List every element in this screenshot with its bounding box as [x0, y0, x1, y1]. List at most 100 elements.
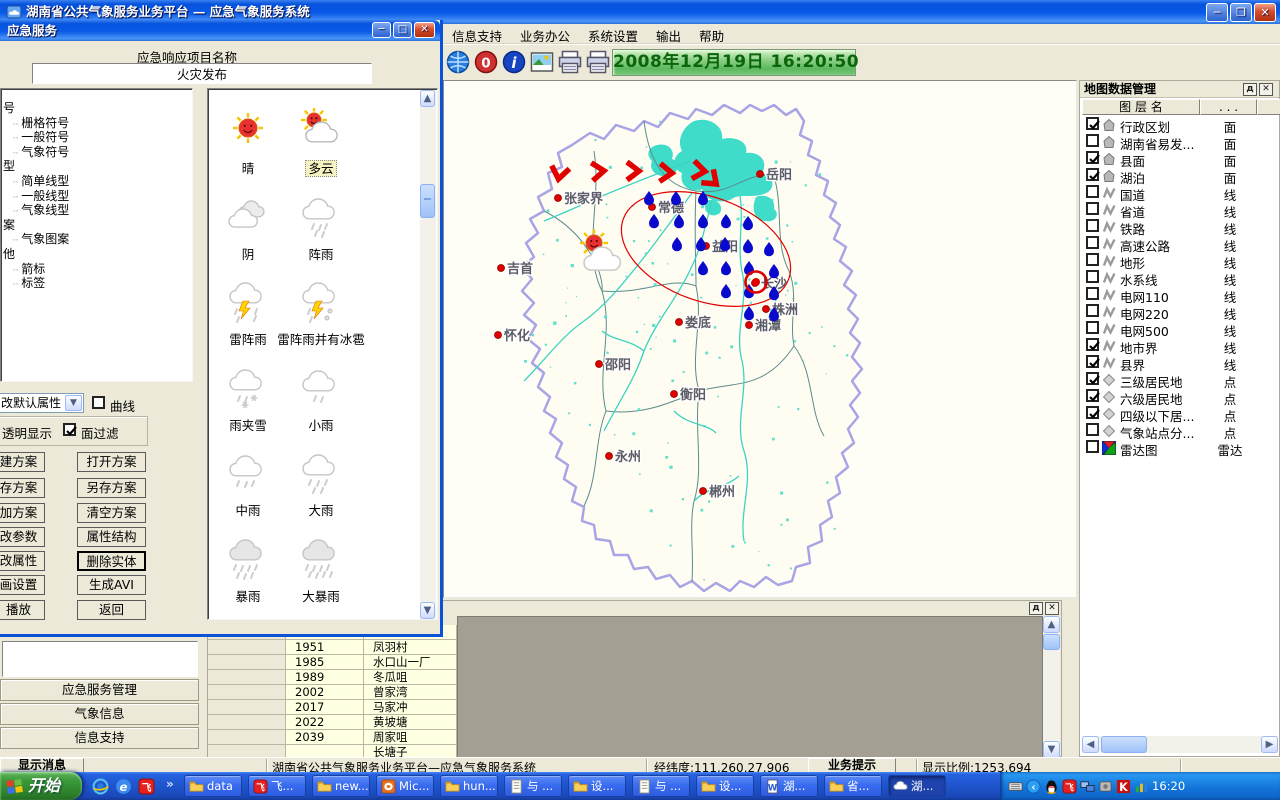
dialog-button-播放[interactable]: 播放	[0, 600, 45, 620]
layer-checkbox[interactable]	[1086, 321, 1099, 334]
print-icon[interactable]	[558, 50, 582, 74]
dialog-button-建方案[interactable]: 建方案	[0, 452, 45, 472]
dialog-titlebar[interactable]: 应急服务 ─ □ ✕	[0, 20, 440, 41]
dialog-button-生成AVI[interactable]: 生成AVI	[77, 575, 146, 595]
tree-item-2[interactable]: ┈ 一般符号	[13, 130, 193, 145]
layer-checkbox[interactable]	[1086, 151, 1099, 164]
lang-arrow-icon[interactable]: ‹	[1026, 779, 1041, 794]
task-button-2[interactable]: new...	[312, 775, 370, 797]
weather-item-阵雨[interactable]: 阵雨	[271, 194, 371, 274]
restore-button[interactable]: ❐	[1230, 3, 1252, 22]
table-row[interactable]: 2002曾家湾	[208, 685, 457, 700]
project-name-input[interactable]	[32, 63, 372, 84]
table-row[interactable]: 1951凤羽村	[208, 640, 457, 655]
dock-button-信息支持[interactable]: 信息支持	[0, 727, 199, 749]
layer-row-县面[interactable]: 县面面	[1080, 150, 1279, 167]
layer-row-六级居民地[interactable]: 六级居民地点	[1080, 388, 1279, 405]
table-row[interactable]: 2022黄坡塘	[208, 715, 457, 730]
layer-row-行政区划[interactable]: 行政区划面	[1080, 116, 1279, 133]
tree-item-6[interactable]: ┈ 一般线型	[13, 189, 193, 204]
layer-row-铁路[interactable]: 铁路线	[1080, 218, 1279, 235]
map-view[interactable]: 张家界吉首常德岳阳益阳长沙株洲湘潭娄底怀化邵阳衡阳永州郴州	[443, 80, 1077, 598]
maximize-button[interactable]: □	[393, 22, 412, 38]
status-hint-button[interactable]: 业务提示	[808, 758, 896, 773]
tree-item-12[interactable]: ┈ 标签	[13, 276, 193, 291]
layer-row-电网500[interactable]: 电网500线	[1080, 320, 1279, 337]
dialog-button-画设置[interactable]: 画设置	[0, 575, 45, 595]
scroll-left-icon[interactable]: ◀	[1082, 736, 1099, 753]
tree-item-0[interactable]: 号	[3, 101, 193, 116]
chevron-down-icon[interactable]: ▼	[65, 395, 82, 411]
tree-item-4[interactable]: 型	[3, 159, 193, 174]
task-button-10[interactable]: 省...	[824, 775, 882, 797]
dialog-button-打开方案[interactable]: 打开方案	[77, 452, 146, 472]
layer-checkbox[interactable]	[1086, 287, 1099, 300]
close-icon[interactable]: ✕	[1259, 83, 1273, 96]
column-header-layer-name[interactable]: 图 层 名	[1082, 99, 1200, 115]
dialog-button-存方案[interactable]: 存方案	[0, 478, 45, 498]
layer-checkbox[interactable]	[1086, 253, 1099, 266]
task-button-4[interactable]: hun...	[440, 775, 498, 797]
tree-item-11[interactable]: ┈ 箭标	[13, 262, 193, 277]
face-filter-checkbox[interactable]	[63, 423, 76, 436]
layer-row-四级以下居...[interactable]: 四级以下居...点	[1080, 405, 1279, 422]
column-header-more[interactable]: . . .	[1200, 99, 1257, 115]
layer-checkbox[interactable]	[1086, 355, 1099, 368]
dialog-button-删除实体[interactable]: 删除实体	[77, 551, 146, 571]
task-button-0[interactable]: data	[184, 775, 242, 797]
kaspersky-icon[interactable]: K	[1116, 779, 1131, 794]
task-button-1[interactable]: 飞飞...	[248, 775, 306, 797]
quick-launch-expand-icon[interactable]: »	[166, 777, 174, 791]
device-icon[interactable]	[1098, 779, 1113, 794]
layer-row-高速公路[interactable]: 高速公路线	[1080, 235, 1279, 252]
layer-row-三级居民地[interactable]: 三级居民地点	[1080, 371, 1279, 388]
layer-row-湖泊[interactable]: 湖泊面	[1080, 167, 1279, 184]
scroll-down-icon[interactable]: ▼	[420, 602, 435, 619]
keyboard-icon[interactable]	[1008, 779, 1023, 794]
layer-checkbox[interactable]	[1086, 168, 1099, 181]
symbol-tree[interactable]: 号┈ 栅格符号┈ 一般符号┈ 气象符号型┈ 简单线型┈ 一般线型┈ 气象线型案┈…	[0, 88, 193, 382]
dialog-button-加方案[interactable]: 加方案	[0, 503, 45, 523]
layer-row-县界[interactable]: 县界线	[1080, 354, 1279, 371]
layer-row-电网220[interactable]: 电网220线	[1080, 303, 1279, 320]
start-button[interactable]: 开始	[0, 772, 82, 800]
traffic-icon[interactable]	[1134, 779, 1149, 794]
globe-icon[interactable]	[446, 50, 470, 74]
task-button-8[interactable]: 设...	[696, 775, 754, 797]
layer-checkbox[interactable]	[1086, 423, 1099, 436]
dialog-button-改属性[interactable]: 改属性	[0, 551, 45, 571]
scroll-up-icon[interactable]: ▲	[1043, 616, 1060, 633]
layer-checkbox[interactable]	[1086, 117, 1099, 130]
weather-item-大雨[interactable]: 大雨	[271, 450, 371, 530]
dialog-button-属性结构[interactable]: 属性结构	[77, 527, 146, 547]
scrollbar-thumb[interactable]	[1043, 634, 1060, 650]
task-button-6[interactable]: 设...	[568, 775, 626, 797]
table-row[interactable]: 1989冬瓜咀	[208, 670, 457, 685]
layer-checkbox[interactable]	[1086, 236, 1099, 249]
close-button[interactable]: ✕	[1254, 3, 1276, 22]
layer-checkbox[interactable]	[1086, 304, 1099, 317]
layers-horizontal-scrollbar[interactable]: ◀ ▶	[1082, 736, 1278, 753]
dialog-button-清空方案[interactable]: 清空方案	[77, 503, 146, 523]
layer-row-省道[interactable]: 省道线	[1080, 201, 1279, 218]
layer-checkbox[interactable]	[1086, 270, 1099, 283]
tree-item-7[interactable]: ┈ 气象线型	[13, 203, 193, 218]
scrollbar-thumb[interactable]	[420, 184, 435, 218]
layer-checkbox[interactable]	[1086, 202, 1099, 215]
qq-icon[interactable]	[1044, 779, 1059, 794]
print-preview-icon[interactable]	[586, 50, 610, 74]
close-button[interactable]: ✕	[414, 22, 435, 38]
weather-item-小雨[interactable]: 小雨	[271, 365, 371, 445]
weather-scrollbar[interactable]: ▲ ▼	[420, 90, 436, 619]
tree-item-1[interactable]: ┈ 栅格符号	[13, 116, 193, 131]
image-icon[interactable]	[530, 50, 554, 74]
layer-row-地市界[interactable]: 地市界线	[1080, 337, 1279, 354]
scroll-down-icon[interactable]: ▼	[1043, 741, 1060, 758]
e-browser-icon[interactable]: e	[115, 778, 132, 795]
layer-row-国道[interactable]: 国道线	[1080, 184, 1279, 201]
layer-checkbox[interactable]	[1086, 406, 1099, 419]
layer-checkbox[interactable]	[1086, 185, 1099, 198]
dialog-button-改参数[interactable]: 改参数	[0, 527, 45, 547]
weather-symbol-list[interactable]: 晴多云阴阵雨雷阵雨雷阵雨并有冰雹雨夹雪小雨中雨大雨暴雨大暴雨 ▲ ▼	[207, 88, 438, 620]
layer-checkbox[interactable]	[1086, 389, 1099, 402]
